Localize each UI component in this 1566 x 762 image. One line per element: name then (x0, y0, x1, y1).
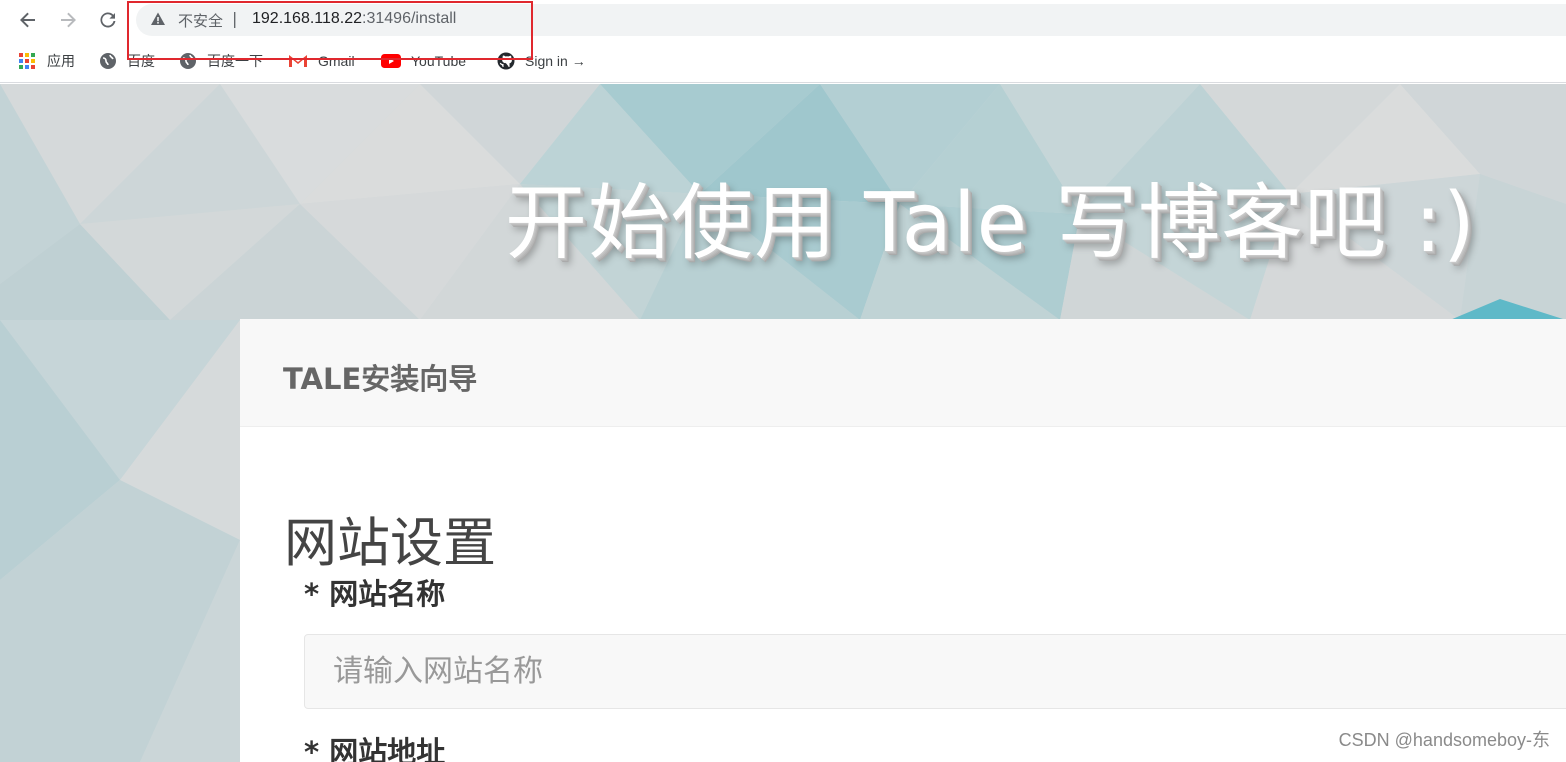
site-name-input[interactable] (304, 634, 1566, 709)
reload-icon[interactable] (94, 6, 122, 34)
site-url-label: * 网站地址 (304, 735, 446, 762)
side-background (0, 320, 240, 762)
bookmark-label: 应用 (47, 53, 75, 69)
globe-icon (100, 53, 116, 69)
site-name-label: * 网站名称 (304, 577, 446, 611)
csdn-watermark: CSDN @handsomeboy-东 (1338, 730, 1550, 750)
forward-arrow-icon[interactable] (54, 6, 82, 34)
annotation-highlight-box (127, 1, 533, 60)
apps-grid-icon (19, 53, 35, 69)
bookmark-label: Sign in → (525, 53, 586, 69)
card-header: TALE安装向导 (240, 319, 1566, 427)
install-wizard-card: TALE安装向导 网站设置 * 网站名称 * 网站地址 (240, 319, 1566, 762)
back-arrow-icon[interactable] (14, 6, 42, 34)
bookmark-apps[interactable]: 应用 (19, 51, 75, 71)
install-page: 开始使用 Tale 写博客吧 :) TALE安装向导 网站设置 * 网站名称 *… (0, 84, 1566, 762)
hero-banner: 开始使用 Tale 写博客吧 :) (0, 84, 1566, 320)
hero-title: 开始使用 Tale 写博客吧 :) (505, 176, 1476, 271)
wizard-title: TALE安装向导 (283, 362, 478, 396)
section-title: 网站设置 (284, 513, 496, 574)
